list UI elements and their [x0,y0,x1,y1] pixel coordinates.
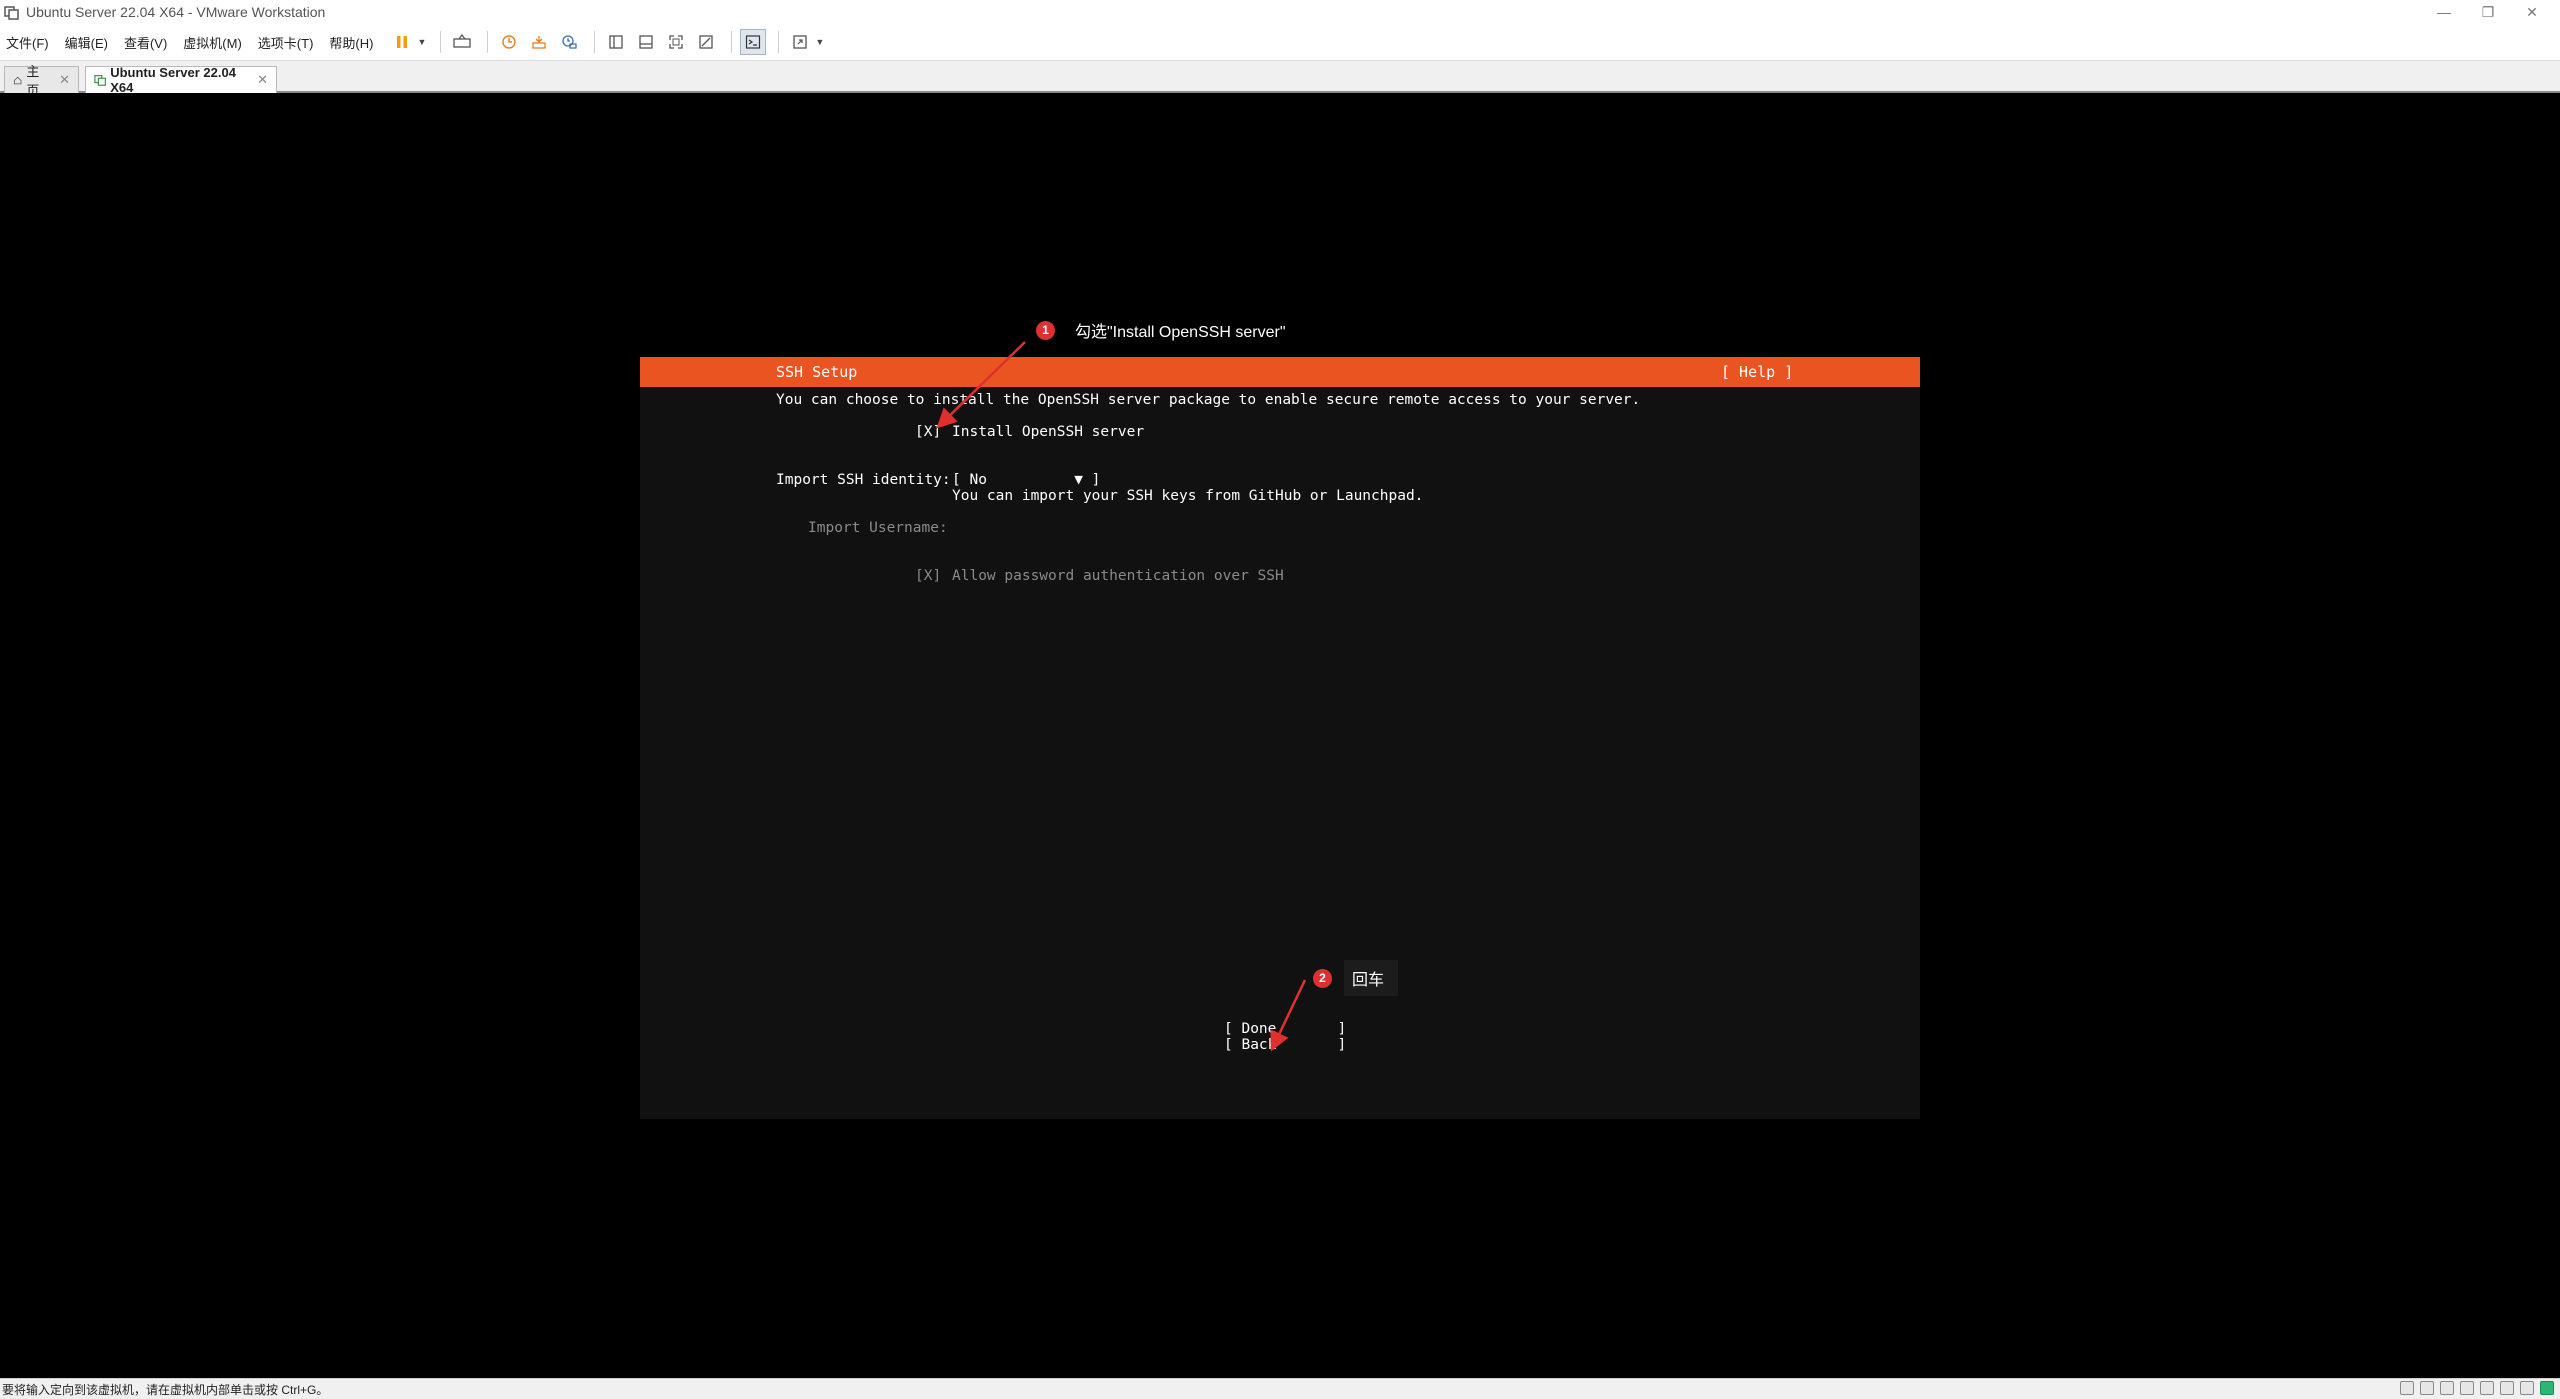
send-ctrl-alt-del-button[interactable] [449,29,475,55]
hard-disk-icon[interactable] [2400,1381,2414,1395]
message-icon[interactable] [2540,1381,2554,1395]
menu-help[interactable]: 帮助(H) [329,33,373,52]
vm-console[interactable]: SSH Setup [ Help ] You can choose to ins… [0,93,2560,1378]
stretch-guest-button[interactable] [787,29,813,55]
menu-view[interactable]: 查看(V) [124,33,167,52]
toolbar-separator [731,31,733,53]
device-icons [2400,1381,2554,1395]
console-view-button[interactable] [740,29,767,55]
usb-icon[interactable] [2460,1381,2474,1395]
snapshot-button[interactable] [496,29,522,55]
menu-edit[interactable]: 编辑(E) [65,33,108,52]
terminal-icon [746,35,761,49]
printer-icon[interactable] [2500,1381,2514,1395]
status-bar: 要将输入定向到该虚拟机，请在虚拟机内部单击或按 Ctrl+G。 [0,1378,2560,1399]
display-icon[interactable] [2520,1381,2534,1395]
toolbar-separator [440,31,442,53]
status-message: 要将输入定向到该虚拟机，请在虚拟机内部单击或按 Ctrl+G。 [2,1382,329,1397]
annotation-arrows [936,341,1307,1052]
toolbar-separator [487,31,489,53]
sound-icon[interactable] [2480,1381,2494,1395]
show-thumbnail-button[interactable] [633,29,659,55]
cd-rom-icon[interactable] [2420,1381,2434,1395]
annotation-2-arrow [1270,979,1307,1052]
close-window-button[interactable]: ✕ [2512,0,2552,24]
title-bar: Ubuntu Server 22.04 X64 - VMware Worksta… [0,0,2560,24]
stretch-icon [793,35,808,49]
home-icon [13,76,22,84]
network-icon[interactable] [2440,1381,2454,1395]
full-screen-icon [669,35,684,49]
stretch-dropdown-icon[interactable]: ▼ [815,37,824,47]
bottom-panel-layout-icon [639,35,654,49]
revert-snapshot-button[interactable] [526,29,552,55]
vm-tab-icon [94,75,106,86]
vmware-app-icon [4,6,19,20]
pause-button[interactable] [389,29,415,55]
revert-icon [532,36,547,49]
unity-mode-button[interactable] [693,29,719,55]
full-screen-button[interactable] [663,29,689,55]
clock-icon [502,35,517,49]
window-title: Ubuntu Server 22.04 X64 - VMware Worksta… [26,4,326,20]
pause-dropdown-icon[interactable]: ▼ [417,37,426,47]
tab-ubuntu-server-close-icon[interactable]: ✕ [257,72,268,88]
pause-icon [397,36,408,48]
tab-bar: 主页 ✕ Ubuntu Server 22.04 X64 ✕ [0,61,2560,98]
minimize-button[interactable]: — [2424,0,2464,24]
tab-home-close-icon[interactable]: ✕ [59,72,70,88]
tab-ubuntu-server[interactable]: Ubuntu Server 22.04 X64 ✕ [85,65,277,95]
menu-tabs[interactable]: 选项卡(T) [258,33,314,52]
sidebar-layout-icon [609,35,624,49]
menu-file[interactable]: 文件(F) [6,33,49,52]
toolbar-separator [778,31,780,53]
toolbar-separator [594,31,596,53]
menu-toolbar-bar: 文件(F) 编辑(E) 查看(V) 虚拟机(M) 选项卡(T) 帮助(H) ▼ [0,24,2560,61]
annotation-1-arrow [936,341,1026,429]
menu-vm[interactable]: 虚拟机(M) [183,33,242,52]
vmware-window: Ubuntu Server 22.04 X64 - VMware Worksta… [0,0,2560,1399]
restore-button[interactable]: ❐ [2468,0,2508,24]
tab-home[interactable]: 主页 ✕ [4,64,79,98]
show-library-button[interactable] [603,29,629,55]
snapshot-manager-button[interactable] [556,29,582,55]
snapshot-manager-icon [562,35,577,49]
keyboard-icon [453,34,472,48]
tab-ubuntu-server-label: Ubuntu Server 22.04 X64 [110,65,236,95]
unity-icon [699,35,714,49]
